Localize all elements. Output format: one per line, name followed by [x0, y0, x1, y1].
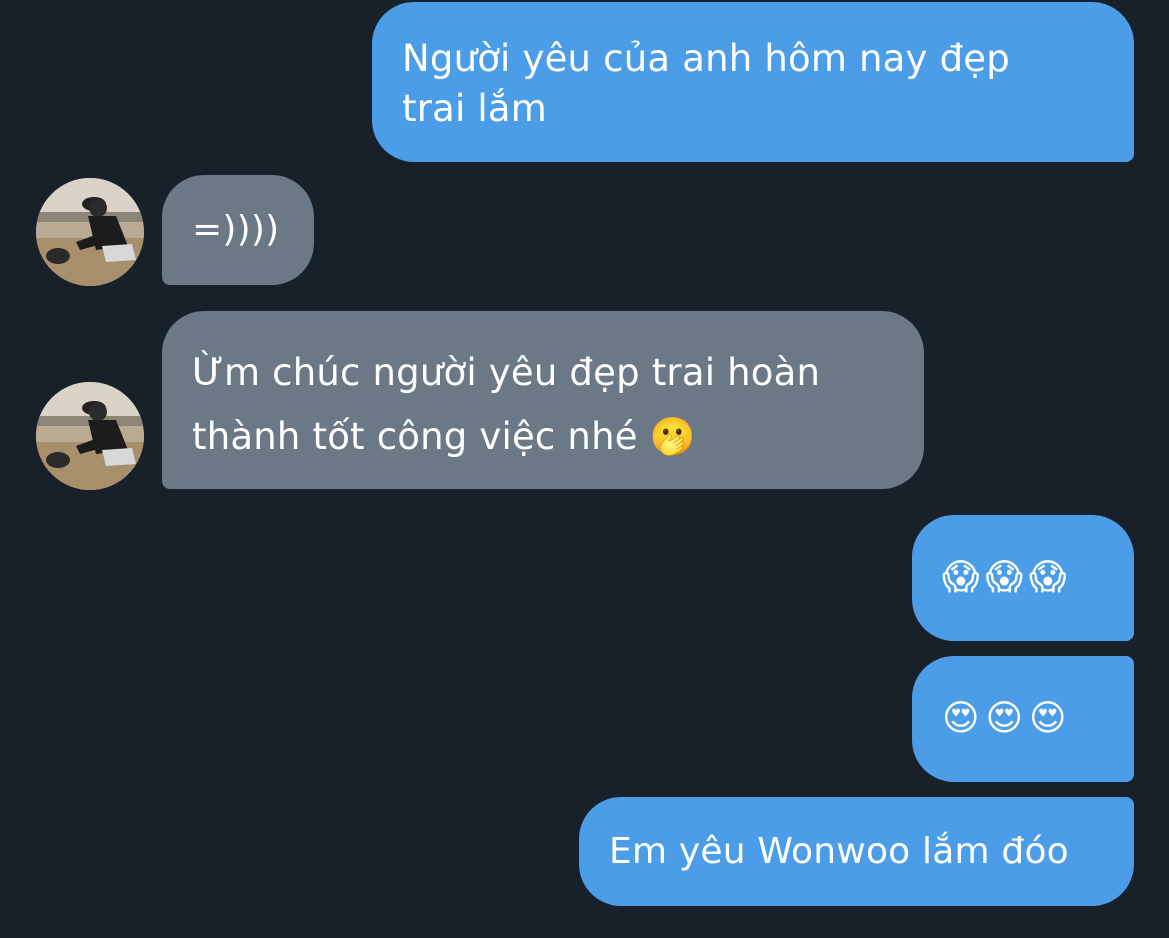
- message-text: =)))): [192, 209, 280, 250]
- contact-avatar[interactable]: [36, 178, 144, 286]
- outgoing-message-bubble[interactable]: 😱😱😱: [912, 515, 1134, 641]
- outgoing-message-bubble[interactable]: Em yêu Wonwoo lắm đóo: [579, 797, 1134, 906]
- chat-thread: Người yêu của anh hôm nay đẹp trai lắm =…: [0, 0, 1169, 938]
- outgoing-message-bubble[interactable]: Người yêu của anh hôm nay đẹp trai lắm: [372, 2, 1134, 162]
- message-text: Ừm chúc người yêu đẹp trai hoàn thành tố…: [192, 351, 821, 458]
- outgoing-message-bubble[interactable]: 😍😍😍: [912, 656, 1134, 782]
- message-text: Người yêu của anh hôm nay đẹp trai lắm: [402, 37, 1010, 130]
- contact-avatar[interactable]: [36, 382, 144, 490]
- incoming-message-bubble[interactable]: Ừm chúc người yêu đẹp trai hoàn thành tố…: [162, 311, 924, 489]
- avatar-photo-icon: [36, 178, 144, 286]
- message-text: Em yêu Wonwoo lắm đóo: [609, 831, 1069, 872]
- incoming-message-bubble[interactable]: =)))): [162, 175, 314, 285]
- message-text: 😱😱😱: [942, 557, 1073, 598]
- message-text: 😍😍😍: [942, 698, 1073, 739]
- avatar-photo-icon: [36, 382, 144, 490]
